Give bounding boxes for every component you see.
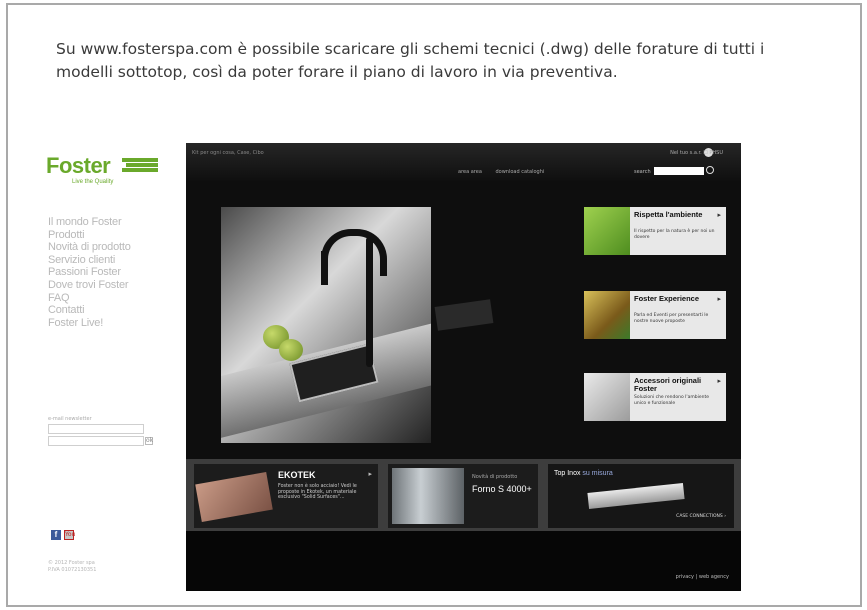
tile-ekotek[interactable]: EKOTEK Foster non è solo acciaio! Vedi l…	[194, 464, 378, 528]
top-links: area area download cataloghi	[458, 169, 556, 175]
nav-item-live[interactable]: Foster Live!	[48, 317, 131, 330]
leaf-thumbnail	[584, 207, 630, 255]
nav-item-mondo[interactable]: Il mondo Foster	[48, 216, 131, 229]
tile-kicker: Novità di prodotto	[472, 474, 518, 480]
nav-item-dove[interactable]: Dove trovi Foster	[48, 279, 131, 292]
faucet-arc	[321, 229, 387, 276]
facebook-icon[interactable]: f	[51, 530, 61, 540]
nav-item-faq[interactable]: FAQ	[48, 292, 131, 305]
arrow-right-icon: ▸	[717, 211, 721, 219]
promo-desc: Il rispetto per la natura è per noi un d…	[634, 229, 715, 240]
tile-top-inox[interactable]: Top Inox su misura CASE CONNECTIONS ›	[548, 464, 734, 528]
accessory-thumbnail	[584, 373, 630, 421]
arrow-right-icon: ▸	[717, 377, 721, 385]
promo-title: Foster Experience	[634, 294, 700, 303]
promo-desc: Parla ed Eventi per presentarti le nostr…	[634, 313, 709, 324]
top-right-text[interactable]: Nel tuo s.a.r. ☐ PHSU	[670, 150, 723, 156]
vat-line: P.IVA 01072130351	[48, 567, 97, 573]
promo-desc: Soluzioni che rendono l'ambiente unico e…	[634, 395, 710, 406]
nav-item-novita[interactable]: Novità di prodotto	[48, 241, 131, 254]
logo-mark-icon	[122, 158, 158, 172]
intro-text: Su www.fosterspa.com è possibile scarica…	[56, 38, 846, 84]
foster-logo[interactable]: Foster	[46, 153, 111, 179]
nav-item-contatti[interactable]: Contatti	[48, 304, 131, 317]
nav-item-servizio[interactable]: Servizio clienti	[48, 254, 131, 267]
tile-link[interactable]: CASE CONNECTIONS ›	[676, 514, 726, 519]
arrow-right-icon: ▸	[368, 470, 372, 478]
hero-image	[221, 207, 431, 443]
faucet-spout	[321, 251, 328, 285]
faucet-stem	[366, 237, 373, 367]
tile-desc: Foster non è solo acciaio! Vedi le propo…	[278, 484, 357, 501]
promo-title: Accessori originali Foster	[634, 376, 702, 393]
inox-top-image	[587, 483, 685, 509]
site-main: Kit per ogni cosa, Case, Cibo Nel tuo s.…	[186, 143, 741, 591]
tile-title: EKOTEK	[278, 470, 316, 480]
newsletter-name-input[interactable]	[48, 436, 144, 446]
sidebar-nav: Il mondo Foster Prodotti Novità di prodo…	[48, 216, 131, 329]
search-input[interactable]	[654, 167, 704, 175]
experience-thumbnail	[584, 291, 630, 339]
copyright: © 2012 Foster spa P.IVA 01072130351	[48, 560, 96, 574]
promo-experience[interactable]: Foster Experience Parla ed Eventi per pr…	[584, 291, 726, 339]
search-label: search	[634, 169, 651, 175]
intro-line-1: Su www.fosterspa.com è possibile scarica…	[56, 40, 765, 58]
hob-controls	[434, 299, 494, 331]
copyright-line: © 2012 Foster spa	[48, 560, 95, 566]
newsletter-submit-button[interactable]: ok	[145, 437, 153, 445]
top-link-download[interactable]: download cataloghi	[495, 169, 544, 175]
nav-item-passioni[interactable]: Passioni Foster	[48, 266, 131, 279]
top-link-area[interactable]: area area	[458, 169, 482, 175]
site-sidebar: Foster Live the Quality Il mondo Foster …	[42, 143, 186, 591]
nav-item-prodotti[interactable]: Prodotti	[48, 229, 131, 242]
top-bar	[186, 143, 741, 181]
site-footer	[186, 531, 741, 591]
tile-forno[interactable]: Novità di prodotto Forno S 4000+	[388, 464, 538, 528]
website-screenshot: Foster Live the Quality Il mondo Foster …	[42, 143, 741, 591]
tile-title: Top Inox su misura	[554, 470, 613, 477]
newsletter-email-input[interactable]	[48, 424, 144, 434]
breadcrumb[interactable]: Kit per ogni cosa, Case, Cibo	[192, 150, 264, 156]
youtube-icon[interactable]: You	[64, 530, 75, 540]
footer-links[interactable]: privacy | web agency	[676, 574, 729, 580]
ekotek-sink-image	[195, 472, 273, 522]
promo-accessori[interactable]: Accessori originali Foster Soluzioni che…	[584, 373, 726, 421]
newsletter-label: e-mail newsletter	[48, 416, 92, 422]
tile-title-main: Top Inox	[554, 470, 581, 477]
promo-ambiente[interactable]: Rispetta l'ambiente Il rispetto per la n…	[584, 207, 726, 255]
search-icon[interactable]	[706, 166, 714, 174]
logo-tagline: Live the Quality	[72, 179, 114, 185]
tile-title: Forno S 4000+	[472, 484, 532, 494]
intro-line-2: modelli sottotop, così da poter forare i…	[56, 63, 618, 81]
arrow-right-icon: ▸	[717, 295, 721, 303]
tile-title-sub: su misura	[582, 470, 613, 477]
lemon	[279, 339, 303, 361]
oven-image	[392, 468, 464, 524]
promo-title: Rispetta l'ambiente	[634, 210, 703, 219]
